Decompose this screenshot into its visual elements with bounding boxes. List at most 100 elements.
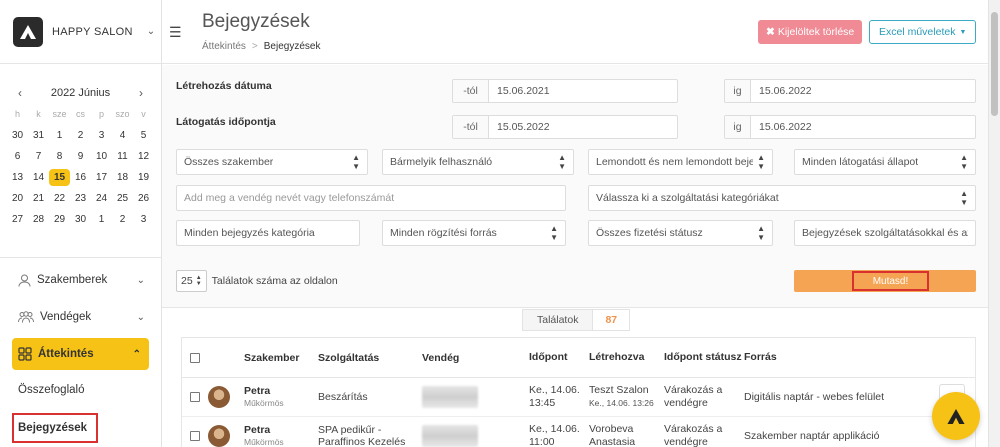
calendar-day[interactable]: 25	[112, 190, 133, 207]
sort-caret-icon: ▲ ▼	[757, 224, 765, 242]
column-header[interactable]: Forrás	[744, 351, 975, 364]
visit-from-value: 15.05.2022	[497, 121, 550, 133]
row-checkbox[interactable]	[190, 431, 200, 441]
entry-date: Ke., 14.06.	[529, 423, 580, 435]
avatar	[208, 425, 230, 447]
sidebar-subitem-summary[interactable]: Összefoglaló	[0, 375, 161, 405]
sort-caret-icon: ▲ ▼	[960, 189, 968, 207]
results-label: Találatok	[523, 310, 594, 330]
calendar-weekday: sze	[52, 109, 67, 119]
specialist-select[interactable]: Összes szakember ▲ ▼	[176, 149, 368, 175]
user-select-value: Bármelyik felhasználó	[390, 156, 493, 168]
floating-logo-button[interactable]	[932, 392, 980, 440]
calendar-day[interactable]: 23	[70, 190, 91, 207]
calendar-day[interactable]: 4	[112, 127, 133, 144]
mini-calendar: ‹ 2022 Június › h k sze cs p szo v 30 31 1 2 3 4 5 6 7 8…	[0, 64, 161, 228]
calendar-weekday: v	[141, 109, 146, 119]
calendar-day[interactable]: 29	[49, 211, 70, 228]
per-page-select[interactable]: 25 ▲ ▼	[176, 270, 207, 292]
salon-logo-icon	[947, 408, 965, 424]
payment-select[interactable]: Összes fizetési státusz ▲ ▼	[588, 220, 773, 246]
page-header: ☰ Bejegyzések Áttekintés > Bejegyzések ✖…	[162, 0, 988, 64]
calendar-day[interactable]: 2	[70, 127, 91, 144]
calendar-weekday: k	[36, 109, 41, 119]
calendar-day[interactable]: 6	[7, 148, 28, 165]
service-category-select[interactable]: Válassza ki a szolgáltatási kategóriákat…	[588, 185, 976, 211]
calendar-day[interactable]: 3	[91, 127, 112, 144]
calendar-day[interactable]: 9	[70, 148, 91, 165]
calendar-day[interactable]: 3	[133, 211, 154, 228]
guest-search-input[interactable]: Add meg a vendég nevét vagy telefonszámá…	[176, 185, 566, 211]
entry-category-value: Minden bejegyzés kategória	[184, 227, 315, 239]
visit-to-value: 15.06.2022	[759, 121, 812, 133]
calendar-day[interactable]: 15	[49, 169, 70, 186]
scrollbar-thumb[interactable]	[991, 12, 998, 116]
breadcrumb-home[interactable]: Áttekintés	[202, 41, 246, 52]
calendar-day[interactable]: 14	[28, 169, 49, 186]
calendar-day[interactable]: 17	[91, 169, 112, 186]
calendar-day[interactable]: 16	[70, 169, 91, 186]
calendar-day[interactable]: 5	[133, 127, 154, 144]
entry-time: 13:45	[529, 397, 556, 409]
calendar-day[interactable]: 10	[91, 148, 112, 165]
calendar-day[interactable]: 19	[133, 169, 154, 186]
calendar-day[interactable]: 24	[91, 190, 112, 207]
brand-switcher[interactable]: HAPPY SALON ⌄	[0, 0, 161, 64]
calendar-day[interactable]: 1	[91, 211, 112, 228]
column-header[interactable]: Szakember	[244, 352, 318, 364]
column-header[interactable]: Létrehozva	[589, 351, 664, 364]
next-month-icon[interactable]: ›	[139, 86, 143, 100]
column-header[interactable]: Vendég	[422, 352, 529, 364]
calendar-day[interactable]: 27	[7, 211, 28, 228]
visit-from-field[interactable]: -tól 15.05.2022	[452, 115, 678, 139]
cancelled-select[interactable]: Lemondott és nem lemondott beje ▲ ▼	[588, 149, 773, 175]
sidebar: HAPPY SALON ⌄ ‹ 2022 Június › h k sze cs p sz…	[0, 0, 162, 447]
created-to-field[interactable]: ig 15.06.2022	[724, 79, 976, 103]
delete-selected-button[interactable]: ✖ Kijelöltek törlése	[758, 20, 863, 44]
entry-category-select[interactable]: Minden bejegyzés kategória	[176, 220, 360, 246]
calendar-day[interactable]: 26	[133, 190, 154, 207]
sidebar-item-guests[interactable]: Vendégek ⌄	[0, 301, 161, 333]
created-date-label: Létrehozás dátuma	[176, 80, 272, 92]
calendar-day[interactable]: 13	[7, 169, 28, 186]
calendar-day[interactable]: 28	[28, 211, 49, 228]
excel-actions-button[interactable]: Excel műveletek ▼	[869, 20, 977, 44]
entries-with-select[interactable]: Bejegyzések szolgáltatásokkal és az	[794, 220, 976, 246]
calendar-day[interactable]: 20	[7, 190, 28, 207]
calendar-day[interactable]: 21	[28, 190, 49, 207]
table-row[interactable]: Petra Műkörmös SPA pedikűr - Paraffinos …	[182, 417, 975, 447]
calendar-day[interactable]: 31	[28, 127, 49, 144]
column-header[interactable]: Időpont	[529, 351, 589, 364]
salon-logo-icon	[13, 16, 43, 47]
calendar-day[interactable]: 8	[49, 148, 70, 165]
visit-to-field[interactable]: ig 15.06.2022	[724, 115, 976, 139]
prev-month-icon[interactable]: ‹	[18, 86, 22, 100]
column-header[interactable]: Időpont státusz	[664, 351, 744, 364]
calendar-day[interactable]: 30	[70, 211, 91, 228]
calendar-day[interactable]: 18	[112, 169, 133, 186]
row-checkbox[interactable]	[190, 392, 200, 402]
user-select[interactable]: Bármelyik felhasználó ▲ ▼	[382, 149, 574, 175]
select-all-checkbox[interactable]	[190, 352, 200, 363]
hamburger-menu-icon[interactable]: ☰	[169, 24, 182, 41]
page-scrollbar[interactable]	[988, 0, 1000, 447]
sidebar-subitem-entries[interactable]: Bejegyzések	[12, 413, 98, 443]
calendar-day[interactable]: 12	[133, 148, 154, 165]
cancelled-select-value: Lemondott és nem lemondott beje	[596, 156, 754, 168]
visit-state-select[interactable]: Minden látogatási állapot ▲ ▼	[794, 149, 976, 175]
column-header[interactable]: Szolgáltatás	[318, 352, 422, 364]
chevron-down-icon: ⌄	[136, 274, 145, 286]
calendar-day[interactable]: 11	[112, 148, 133, 165]
show-button[interactable]: Mutasd!	[794, 270, 976, 292]
sidebar-item-specialists[interactable]: Szakemberek ⌄	[0, 264, 161, 296]
calendar-day[interactable]: 1	[49, 127, 70, 144]
calendar-day[interactable]: 2	[112, 211, 133, 228]
table-row[interactable]: Petra Műkörmös Beszárítás Ke., 14.06. 13…	[182, 378, 975, 417]
calendar-day[interactable]: 22	[49, 190, 70, 207]
calendar-day[interactable]: 7	[28, 148, 49, 165]
sidebar-item-overview[interactable]: Áttekintés ⌃	[12, 338, 149, 370]
source-select-value: Minden rögzítési forrás	[390, 227, 497, 239]
created-from-field[interactable]: -tól 15.06.2021	[452, 79, 678, 103]
source-select[interactable]: Minden rögzítési forrás ▲ ▼	[382, 220, 566, 246]
calendar-day[interactable]: 30	[7, 127, 28, 144]
